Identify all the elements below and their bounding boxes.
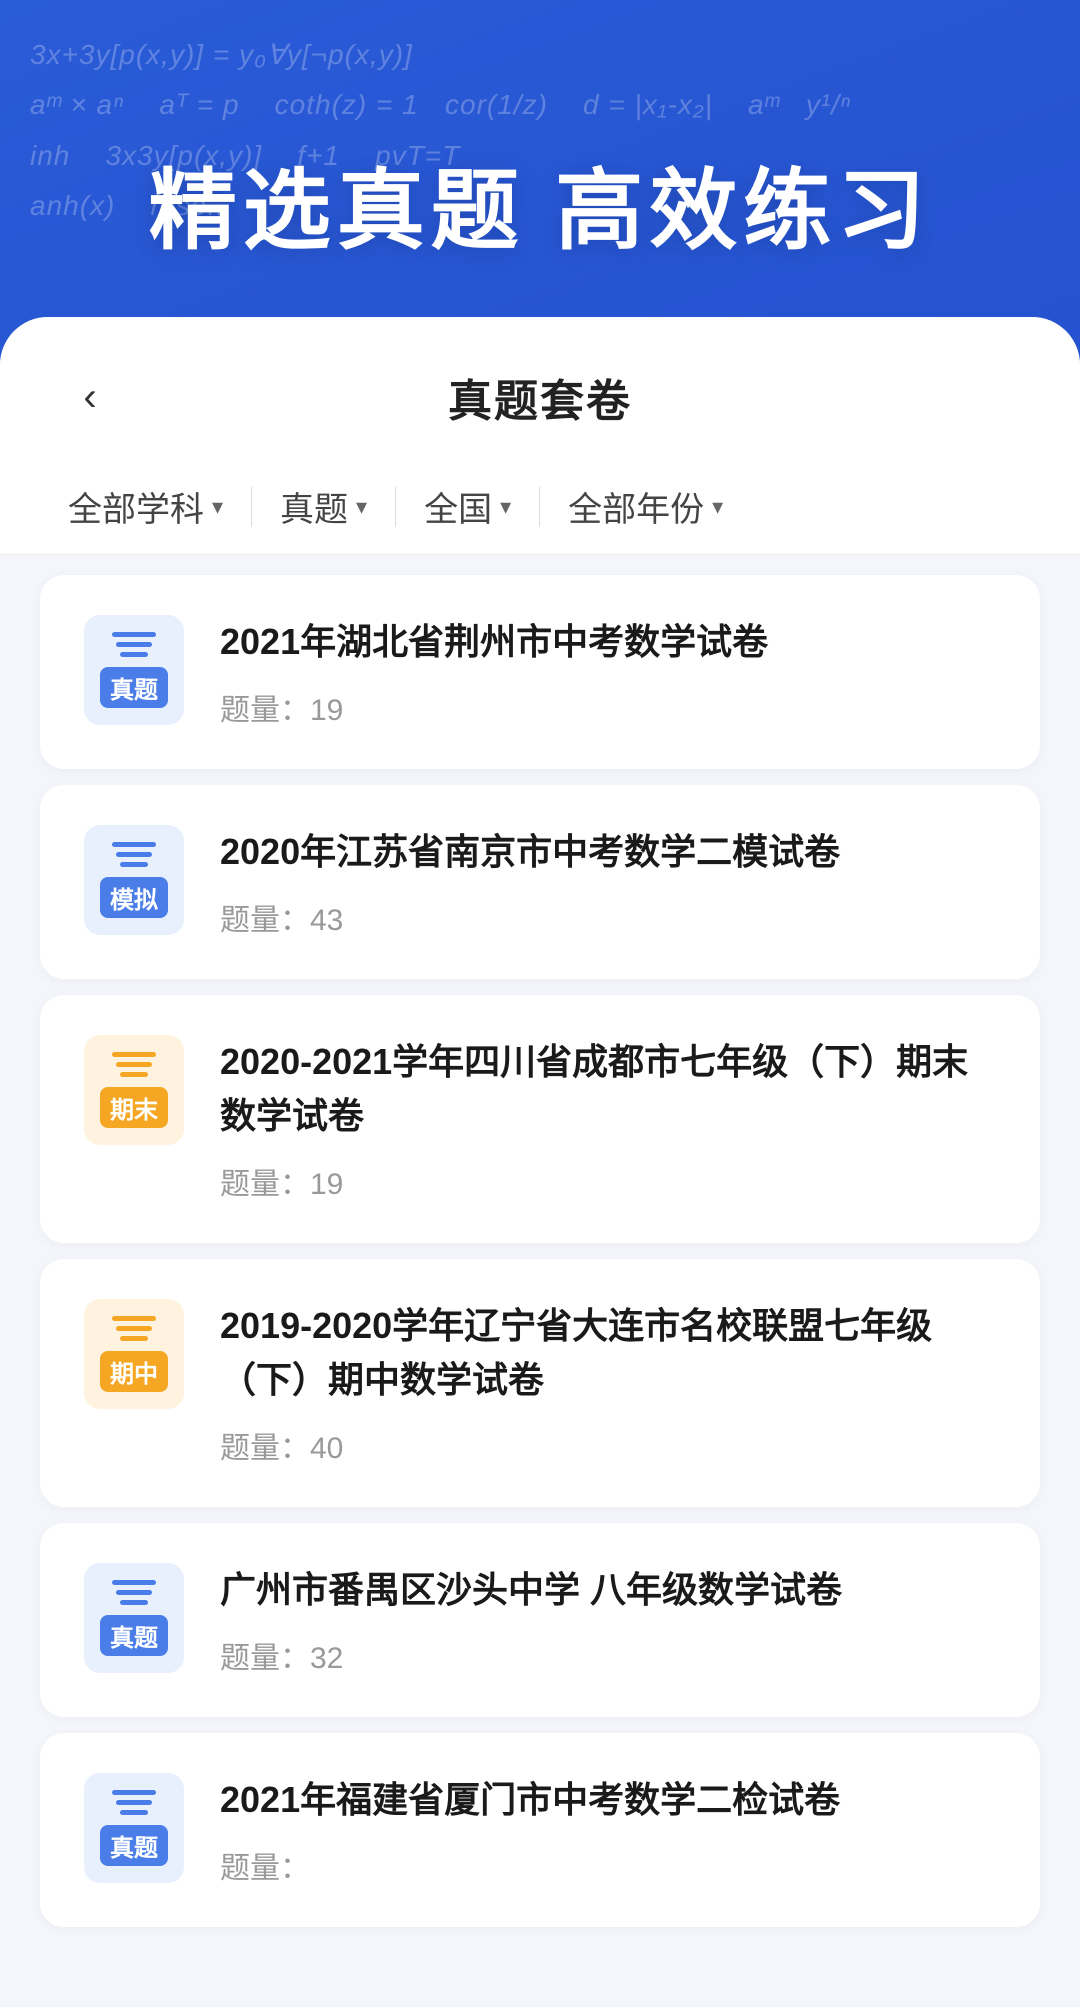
exam-name: 2021年湖北省荆州市中考数学试卷 [220,615,996,669]
exam-name: 2020年江苏省南京市中考数学二模试卷 [220,825,996,879]
badge-line [120,652,148,657]
back-button[interactable]: ‹ [60,367,120,427]
filter-divider-3 [539,487,540,527]
exam-name: 2019-2020学年辽宁省大连市名校联盟七年级（下）期中数学试卷 [220,1299,996,1407]
badge-line [116,852,152,857]
badge-line [120,862,148,867]
badge-line [120,1810,148,1815]
exam-badge: 真题 [84,1563,184,1673]
badge-line [112,1052,156,1057]
badge-lines [112,842,156,867]
exam-count: 题量：19 [220,685,996,729]
exam-list: 真题 2021年湖北省荆州市中考数学试卷 题量：19 [0,555,1080,1947]
filter-bar: 全部学科 ▾ 真题 ▾ 全国 ▾ 全部年份 ▾ [0,459,1080,555]
exam-info: 2020-2021学年四川省成都市七年级（下）期末数学试卷 题量：19 [220,1035,996,1203]
list-item[interactable]: 真题 2021年福建省厦门市中考数学二检试卷 题量： [40,1733,1040,1927]
filter-subject[interactable]: 全部学科 ▾ [48,482,243,531]
badge-lines [112,1316,156,1341]
filter-divider-1 [251,487,252,527]
list-item[interactable]: 真题 广州市番禺区沙头中学 八年级数学试卷 题量：32 [40,1523,1040,1717]
badge-line [112,842,156,847]
exam-count: 题量： [220,1843,996,1887]
chevron-down-icon: ▾ [712,494,723,520]
list-item[interactable]: 期中 2019-2020学年辽宁省大连市名校联盟七年级（下）期中数学试卷 题量：… [40,1259,1040,1507]
badge-line [116,1062,152,1067]
badge-line [116,1800,152,1805]
badge-line [116,1326,152,1331]
badge-line [112,1790,156,1795]
filter-divider-2 [395,487,396,527]
filter-year[interactable]: 全部年份 ▾ [548,482,743,531]
chevron-down-icon: ▾ [500,494,511,520]
badge-lines [112,632,156,657]
exam-info: 2020年江苏省南京市中考数学二模试卷 题量：43 [220,825,996,939]
page-title: 真题套卷 [120,365,960,429]
exam-badge: 真题 [84,615,184,725]
badge-line [116,1590,152,1595]
list-item[interactable]: 模拟 2020年江苏省南京市中考数学二模试卷 题量：43 [40,785,1040,979]
badge-lines [112,1790,156,1815]
badge-label: 期中 [100,1351,168,1392]
badge-label: 真题 [100,1825,168,1866]
exam-count: 题量：19 [220,1159,996,1203]
exam-name: 广州市番禺区沙头中学 八年级数学试卷 [220,1563,996,1617]
exam-info: 广州市番禺区沙头中学 八年级数学试卷 题量：32 [220,1563,996,1677]
filter-region[interactable]: 全国 ▾ [404,482,531,531]
exam-badge: 期末 [84,1035,184,1145]
exam-badge: 期中 [84,1299,184,1409]
badge-lines [112,1052,156,1077]
exam-badge: 模拟 [84,825,184,935]
main-card: ‹ 真题套卷 全部学科 ▾ 真题 ▾ 全国 ▾ 全部年份 ▾ [0,317,1080,2007]
badge-line [112,1316,156,1321]
badge-line [120,1072,148,1077]
hero-title: 精选真题 高效练习 [0,0,1080,317]
badge-line [112,632,156,637]
list-item[interactable]: 真题 2021年湖北省荆州市中考数学试卷 题量：19 [40,575,1040,769]
list-item[interactable]: 期末 2020-2021学年四川省成都市七年级（下）期末数学试卷 题量：19 [40,995,1040,1243]
badge-line [120,1336,148,1341]
exam-count: 题量：40 [220,1423,996,1467]
card-header: ‹ 真题套卷 [0,317,1080,459]
filter-type[interactable]: 真题 ▾ [260,482,387,531]
exam-info: 2021年福建省厦门市中考数学二检试卷 题量： [220,1773,996,1887]
badge-label: 真题 [100,667,168,708]
exam-info: 2019-2020学年辽宁省大连市名校联盟七年级（下）期中数学试卷 题量：40 [220,1299,996,1467]
exam-info: 2021年湖北省荆州市中考数学试卷 题量：19 [220,615,996,729]
badge-label: 期末 [100,1087,168,1128]
badge-label: 模拟 [100,877,168,918]
exam-count: 题量：32 [220,1633,996,1677]
badge-line [112,1580,156,1585]
exam-count: 题量：43 [220,895,996,939]
badge-line [120,1600,148,1605]
exam-name: 2020-2021学年四川省成都市七年级（下）期末数学试卷 [220,1035,996,1143]
badge-line [116,642,152,647]
chevron-down-icon: ▾ [356,494,367,520]
badge-label: 真题 [100,1615,168,1656]
exam-name: 2021年福建省厦门市中考数学二检试卷 [220,1773,996,1827]
badge-lines [112,1580,156,1605]
chevron-down-icon: ▾ [212,494,223,520]
exam-badge: 真题 [84,1773,184,1883]
